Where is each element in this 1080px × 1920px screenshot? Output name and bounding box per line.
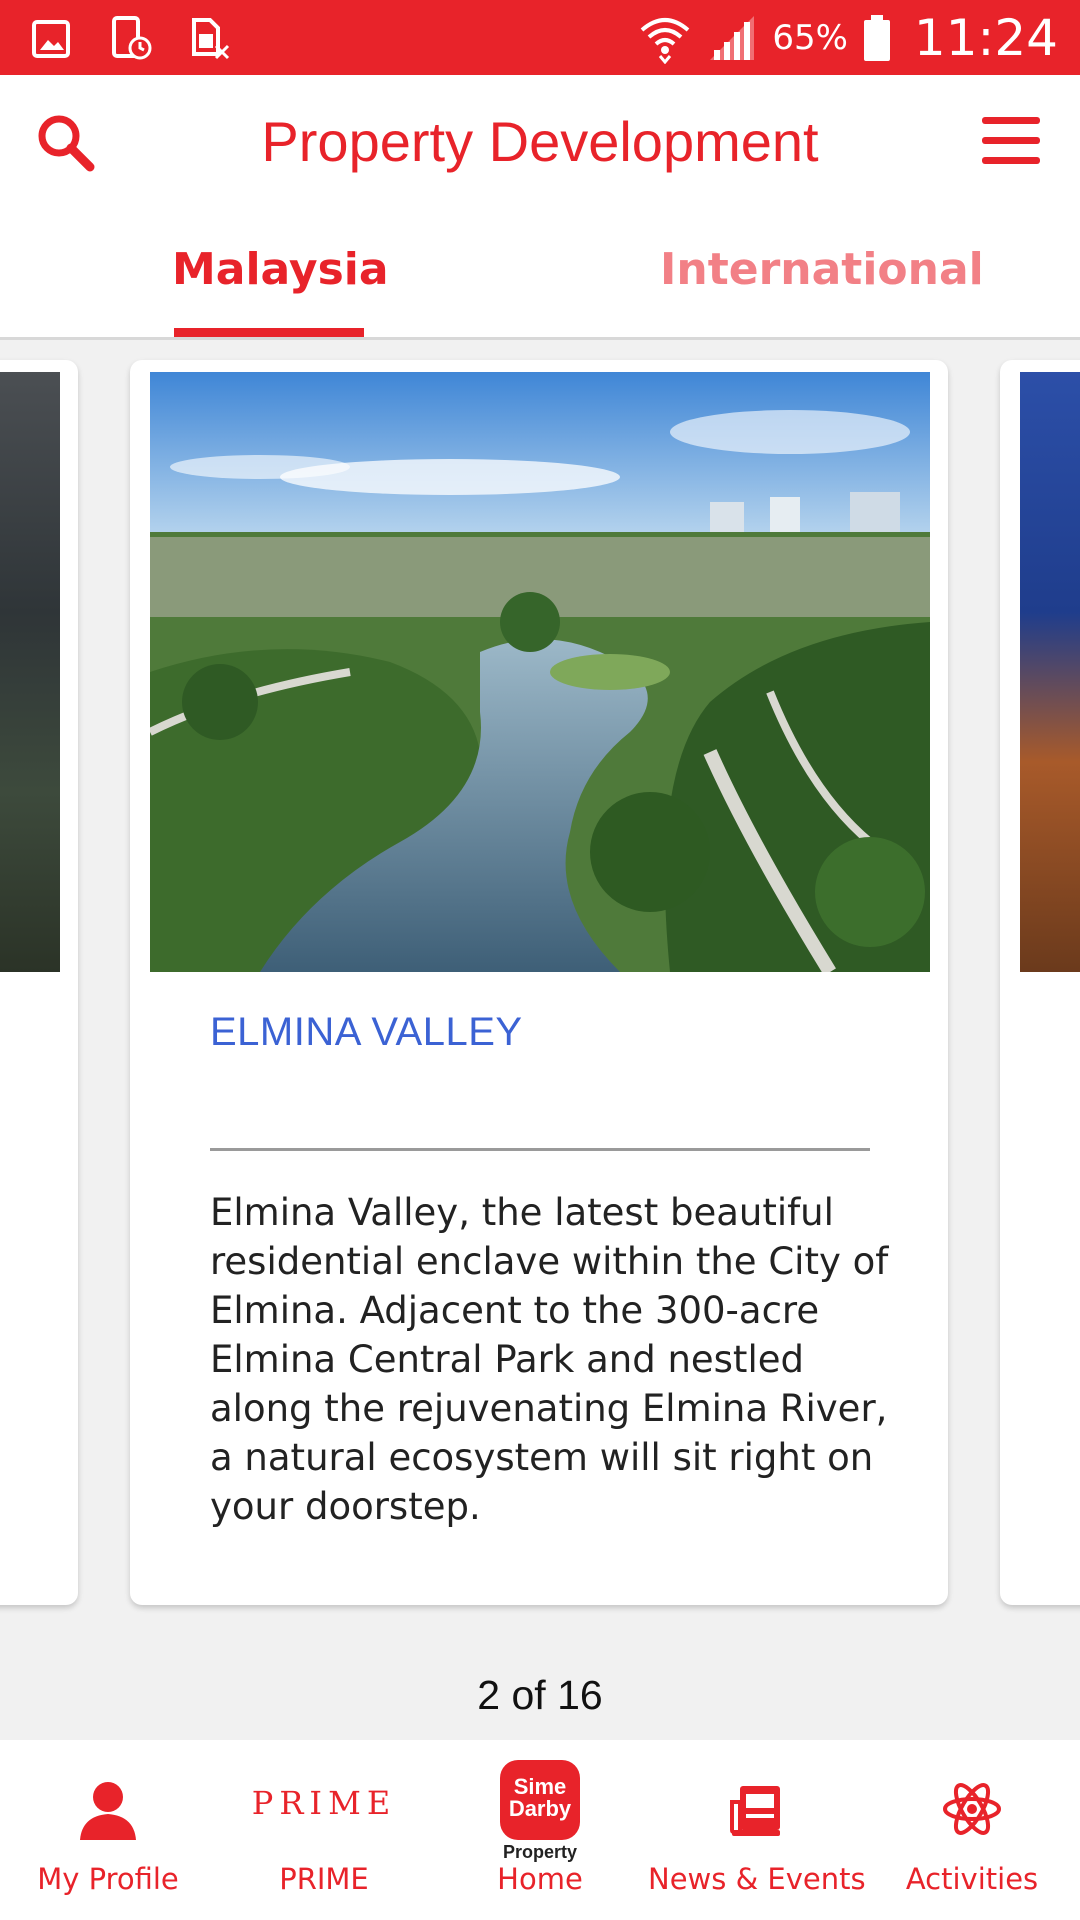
- previous-property-image: [0, 372, 60, 972]
- nav-label: PRIME: [279, 1862, 369, 1896]
- bottom-navigation: My Profile PRIME PRIME Sime Darby Proper…: [0, 1740, 1080, 1920]
- battery-percent: 65%: [772, 18, 848, 58]
- menu-icon: [982, 117, 1040, 164]
- nav-activities[interactable]: Activities: [864, 1740, 1080, 1920]
- sim-off-icon: [192, 18, 230, 60]
- menu-button[interactable]: [980, 113, 1042, 169]
- nav-news-events[interactable]: News & Events: [648, 1740, 866, 1920]
- card-divider: [210, 1148, 870, 1151]
- nav-label: Home: [497, 1862, 583, 1896]
- status-right: 65% 11:24: [638, 6, 1058, 70]
- page-title: Property Development: [261, 110, 819, 173]
- device-clock-icon: [112, 16, 152, 60]
- battery-icon: [863, 15, 890, 61]
- nav-prime[interactable]: PRIME PRIME: [216, 1740, 432, 1920]
- active-tab-indicator: [174, 328, 364, 337]
- nav-my-profile[interactable]: My Profile: [0, 1740, 216, 1920]
- clock: 11:24: [913, 9, 1058, 67]
- carousel-pager: 2 of 16: [477, 1672, 603, 1718]
- previous-property-card[interactable]: [0, 360, 78, 1605]
- image-icon: [32, 20, 70, 58]
- home-logo-subtitle: Property: [502, 1842, 578, 1862]
- app-bar: Property Development: [0, 75, 1080, 210]
- nav-home[interactable]: Sime Darby Property Home: [432, 1740, 648, 1920]
- tab-international[interactable]: International: [660, 244, 984, 295]
- newspaper-icon: [730, 1786, 780, 1836]
- atom-icon: [943, 1783, 1001, 1835]
- status-bar: 65% 11:24: [0, 0, 1080, 75]
- wifi-icon: [641, 18, 690, 64]
- prime-logo: PRIME: [251, 1784, 397, 1822]
- next-property-image: [1020, 372, 1080, 972]
- sime-darby-logo: Sime Darby: [500, 1760, 580, 1840]
- property-title: ELMINA VALLEY: [210, 1010, 523, 1054]
- property-image: [150, 372, 930, 972]
- region-tabs: Malaysia International: [0, 210, 1080, 340]
- nav-label: My Profile: [37, 1862, 179, 1896]
- nav-label: Activities: [905, 1862, 1039, 1896]
- property-card[interactable]: ELMINA VALLEY Elmina Valley, the latest …: [130, 360, 948, 1605]
- signal-icon: [710, 16, 755, 60]
- property-description: Elmina Valley, the latest beautiful resi…: [210, 1191, 889, 1528]
- next-property-card[interactable]: [1000, 360, 1080, 1605]
- notification-icons: [30, 14, 230, 62]
- nav-label: News & Events: [648, 1862, 866, 1896]
- person-icon: [80, 1782, 136, 1840]
- tab-malaysia[interactable]: Malaysia: [172, 244, 389, 295]
